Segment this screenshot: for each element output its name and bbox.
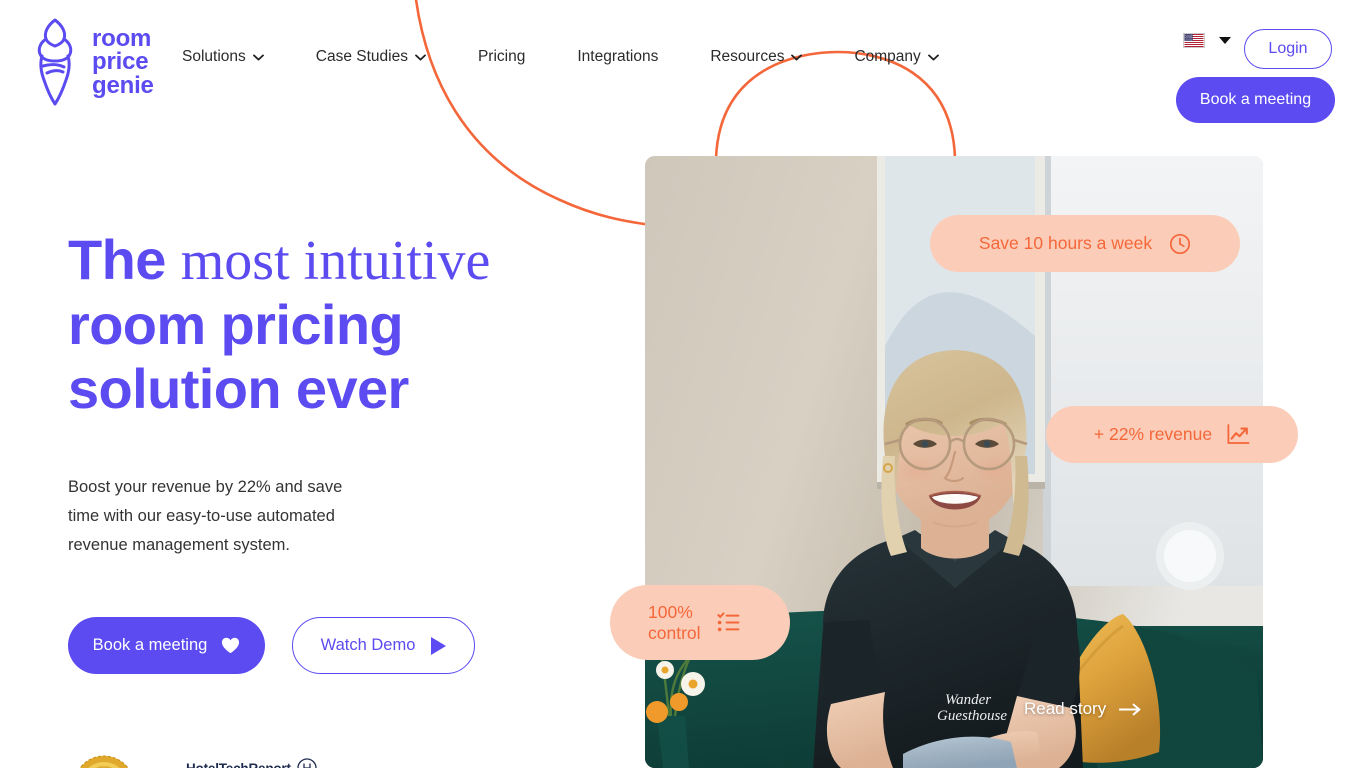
read-story-link[interactable]: Read story (1024, 699, 1141, 719)
language-selector[interactable] (1183, 33, 1231, 48)
logo-word-line-2: price (92, 48, 149, 76)
header-book-meeting-button[interactable]: Book a meeting (1176, 77, 1335, 123)
book-meeting-label: Book a meeting (92, 636, 208, 654)
nav-label: Case Studies (315, 48, 408, 65)
logo-word-line-1: room (92, 25, 152, 53)
read-story-label: Read story (1024, 699, 1107, 718)
nav-item-solutions[interactable]: Solutions (182, 48, 264, 66)
nav-label: Pricing (477, 48, 526, 65)
nav-label: Solutions (182, 48, 246, 65)
nav-item-integrations[interactable]: Integrations (577, 48, 658, 66)
headline-part-2: most intuitive (180, 230, 491, 292)
us-flag-icon (1183, 33, 1205, 48)
nav-label: Company (854, 48, 921, 65)
svg-text:Guesthouse: Guesthouse (937, 708, 1007, 724)
chevron-down-icon (415, 54, 426, 60)
chevron-down-icon (927, 54, 939, 60)
hoteltechreport-label: HotelTechReport (186, 760, 291, 768)
page-title: The most intuitive room pricing solution… (68, 228, 628, 421)
nav-label: Resources (710, 48, 785, 65)
revenue-label: + 22% revenue (1093, 424, 1213, 444)
hero-subcopy: Boost your revenue by 22% and save time … (68, 478, 343, 554)
nav-item-resources[interactable]: Resources (710, 48, 803, 66)
chevron-down-icon (791, 54, 803, 60)
nav-label: Integrations (577, 48, 659, 65)
chevron-down-icon (252, 54, 264, 60)
watch-demo-button[interactable]: Watch Demo (292, 617, 475, 674)
site-header: room price genie Solutions Case Studies … (0, 0, 1366, 123)
headline-part-3: room pricing solution ever (68, 293, 409, 420)
checklist-icon (716, 612, 739, 632)
status-badge-revenue: + 22% revenue (1046, 406, 1298, 463)
status-badge-control: 100% control (610, 585, 790, 660)
header-actions: Login Book a meeting (1002, 16, 1335, 123)
svg-text:Wander: Wander (945, 692, 991, 708)
nav-item-case-studies[interactable]: Case Studies (316, 48, 426, 66)
nav-item-company[interactable]: Company (854, 48, 939, 66)
hoteltechreport-logo[interactable]: HotelTechReport (186, 758, 317, 768)
main-navigation: Solutions Case Studies Pricing Integrati… (182, 48, 939, 66)
hero-cta-row: Book a meeting Watch Demo (68, 617, 628, 674)
triangle-down-icon (1219, 37, 1231, 44)
logo-word-line-3: genie (92, 71, 154, 99)
arrow-right-icon (1119, 703, 1141, 715)
control-label: 100% control (648, 601, 701, 643)
save-hours-label: Save 10 hours a week (978, 233, 1153, 253)
hero-content: The most intuitive room pricing solution… (68, 228, 628, 674)
logo-wordmark: room price genie (92, 25, 154, 99)
trending-up-icon (1227, 424, 1250, 444)
book-meeting-button[interactable]: Book a meeting (68, 617, 265, 674)
logo[interactable]: room price genie (28, 16, 154, 108)
clock-icon (1170, 233, 1191, 254)
headline-part-1: The (68, 228, 166, 291)
gold-award-seal-icon (79, 755, 129, 768)
genie-logo-icon (37, 18, 73, 106)
watch-demo-label: Watch Demo (320, 636, 416, 654)
nav-item-pricing[interactable]: Pricing (478, 48, 525, 66)
status-badge-save-hours: Save 10 hours a week (930, 215, 1240, 272)
awards-strip: HotelTechReport (68, 752, 317, 768)
heart-icon (222, 637, 240, 654)
login-button[interactable]: Login (1244, 29, 1332, 69)
hero-page: room price genie Solutions Case Studies … (0, 0, 1366, 768)
play-icon (431, 636, 447, 655)
htr-badge-icon (297, 758, 317, 768)
